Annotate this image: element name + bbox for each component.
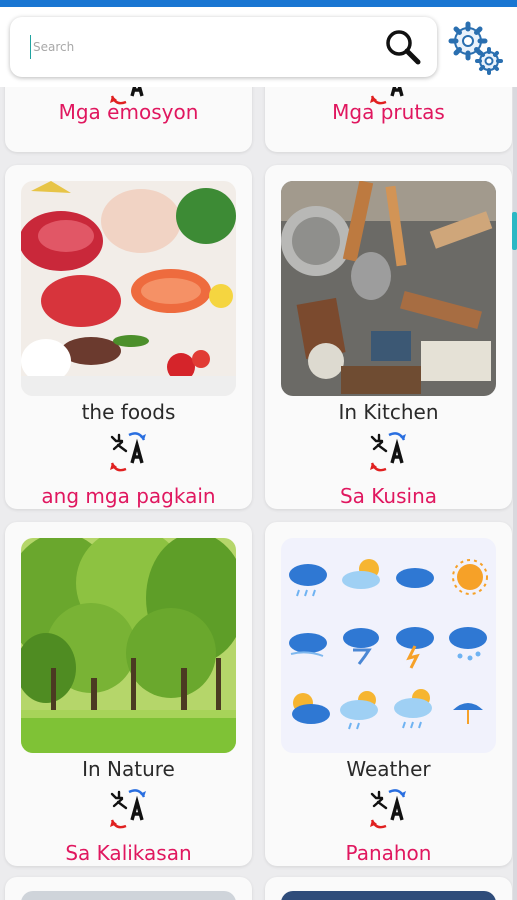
- translate-icon: [370, 432, 406, 472]
- top-bar: [0, 7, 517, 87]
- category-label: In Kitchen: [338, 400, 439, 424]
- category-image-weather: [281, 538, 496, 753]
- status-bar: [0, 0, 517, 7]
- gear-icon: [448, 21, 503, 75]
- category-translation: Sa Kalikasan: [65, 841, 192, 865]
- translate-icon: [110, 789, 146, 829]
- category-image-kitchen: [281, 181, 496, 396]
- category-card-foods[interactable]: the foods ang mga pagkain: [5, 165, 252, 509]
- category-label: In Nature: [82, 757, 175, 781]
- search-button[interactable]: [381, 27, 425, 67]
- settings-button[interactable]: [448, 21, 506, 79]
- search-box[interactable]: [10, 17, 437, 77]
- category-grid: Mga emosyon Mga prutas the foods ang mga…: [0, 87, 517, 900]
- search-input[interactable]: [30, 35, 360, 59]
- category-card-emotions[interactable]: Mga emosyon: [5, 87, 252, 152]
- scrollbar-thumb[interactable]: [512, 212, 517, 250]
- category-label: the foods: [81, 400, 176, 424]
- category-image-nature: [21, 538, 236, 753]
- category-translation: Mga emosyon: [58, 100, 199, 124]
- category-card-partial[interactable]: [5, 877, 252, 900]
- category-image: [21, 891, 236, 900]
- cloud-icon: [396, 568, 434, 588]
- translate-icon: [370, 789, 406, 829]
- category-translation: ang mga pagkain: [41, 484, 216, 508]
- category-card-nature[interactable]: In Nature Sa Kalikasan: [5, 522, 252, 866]
- category-card-partial[interactable]: [265, 877, 512, 900]
- translate-icon: [110, 432, 146, 472]
- category-image: [281, 891, 496, 900]
- category-card-kitchen[interactable]: In Kitchen Sa Kusina: [265, 165, 512, 509]
- category-card-fruits[interactable]: Mga prutas: [265, 87, 512, 152]
- scrollbar-track[interactable]: [513, 87, 517, 900]
- category-label: Weather: [346, 757, 431, 781]
- category-translation: Mga prutas: [332, 100, 445, 124]
- category-card-weather[interactable]: Weather Panahon: [265, 522, 512, 866]
- search-icon: [386, 30, 421, 65]
- category-translation: Sa Kusina: [339, 484, 437, 508]
- category-image-foods: [21, 181, 236, 396]
- category-translation: Panahon: [345, 841, 432, 865]
